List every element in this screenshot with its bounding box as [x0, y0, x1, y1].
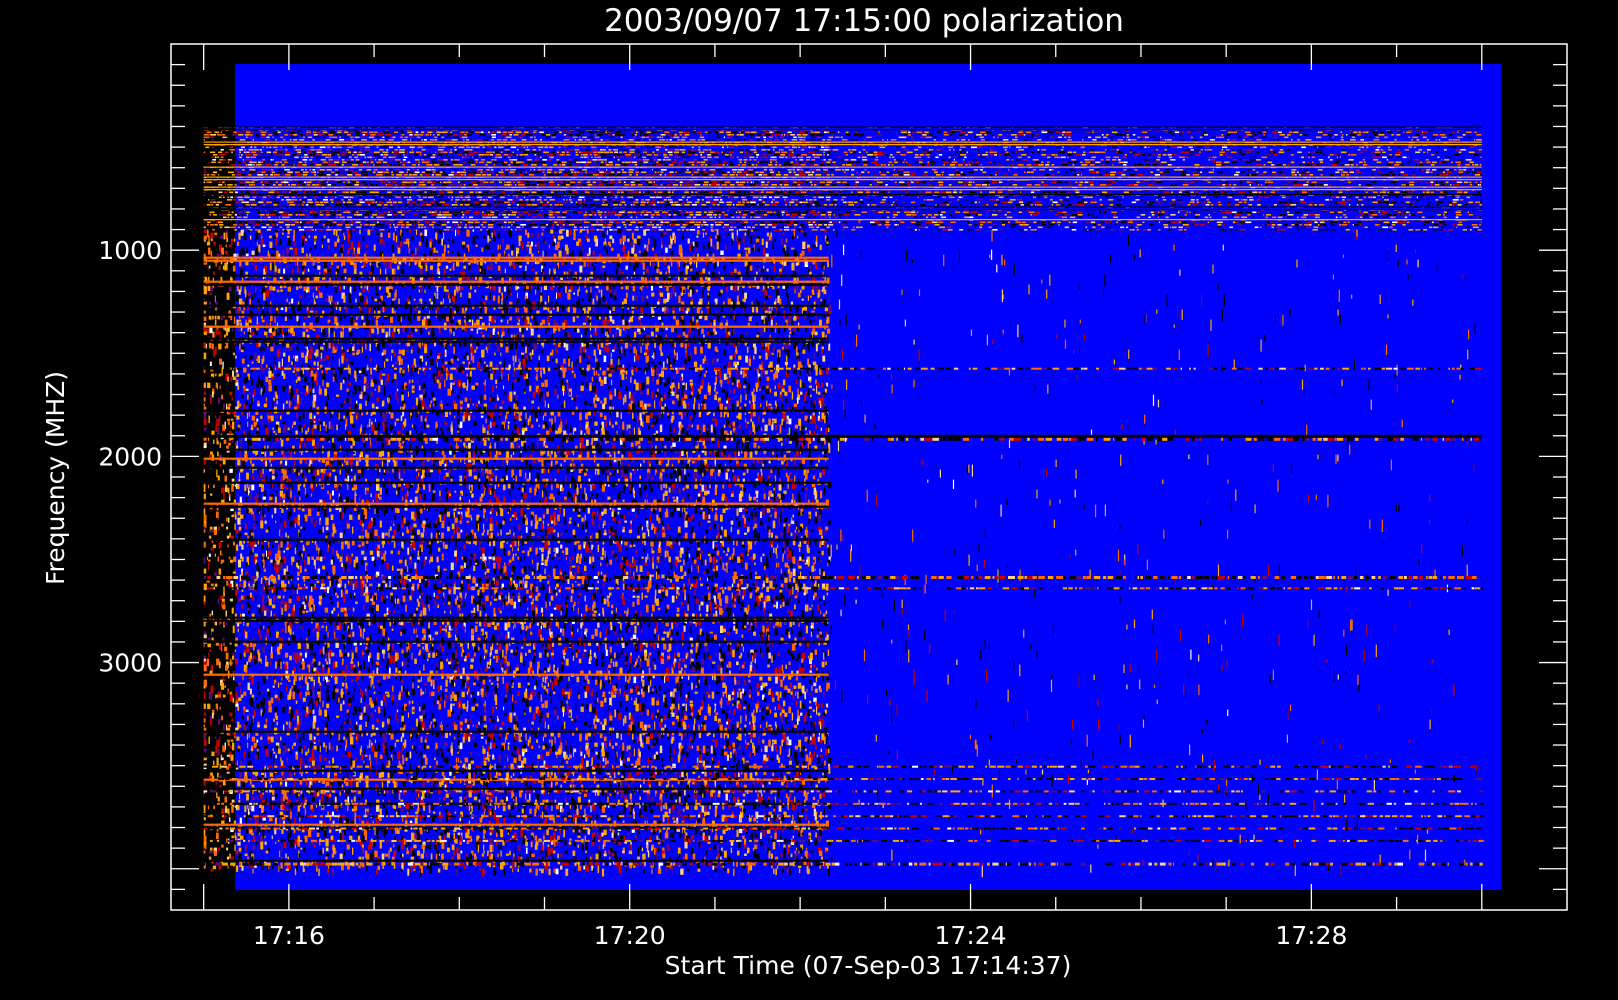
heatmap-image: [203, 64, 1501, 890]
y-tick-label: 2000: [98, 442, 162, 471]
x-tick-label: 17:20: [594, 921, 666, 950]
x-tick-label: 17:16: [253, 921, 325, 950]
y-tick-label: 1000: [98, 236, 162, 265]
x-axis-label: Start Time (07-Sep-03 17:14:37): [665, 951, 1072, 980]
chart-title: 2003/09/07 17:15:00 polarization: [604, 3, 1124, 39]
y-axis-label: Frequency (MHZ): [41, 371, 70, 585]
y-tick-label: 3000: [98, 649, 162, 678]
spectrogram-chart: 2003/09/07 17:15:00 polarization 17:16 17…: [0, 0, 1618, 1000]
x-tick-label: 17:24: [935, 921, 1007, 950]
x-tick-label: 17:28: [1275, 921, 1347, 950]
